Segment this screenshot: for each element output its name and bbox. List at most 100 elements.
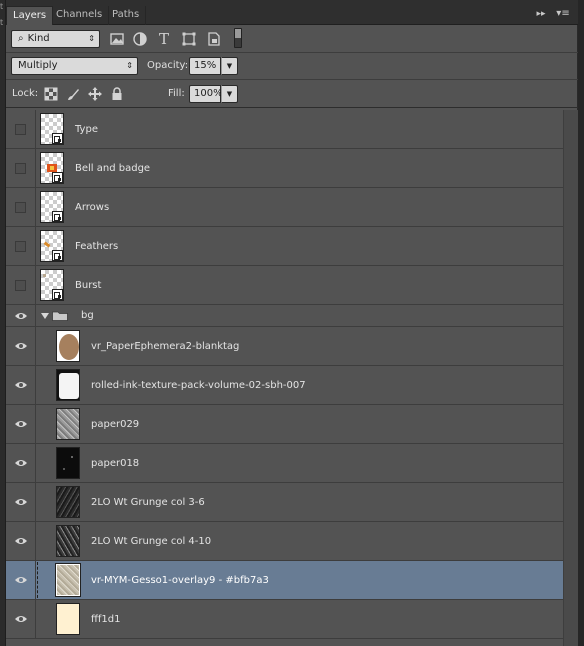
eye-icon[interactable] (14, 341, 28, 351)
adjustment-filter-icon[interactable] (132, 31, 148, 47)
pixel-filter-icon[interactable] (109, 31, 125, 47)
eye-icon[interactable] (14, 419, 28, 429)
layer-thumbnail (56, 525, 80, 557)
layer-thumbnail (40, 191, 64, 223)
panel-menu-button[interactable]: ▾≡ (554, 7, 572, 21)
layers-scrollbar[interactable] (563, 110, 578, 646)
layer-row-gesso-overlay[interactable]: vr-MYM-Gesso1-overlay9 - #bfb7a3 (6, 561, 563, 600)
layer-thumbnail (40, 152, 64, 184)
layer-filter-bar: ⌕ Kind ⇕ T (6, 25, 578, 53)
opacity-input[interactable]: 15% (189, 57, 221, 75)
shape-filter-icon[interactable] (181, 31, 197, 47)
layer-thumbnail (55, 563, 81, 597)
layer-row-paper029[interactable]: paper029 (6, 405, 563, 444)
smart-object-badge-icon (52, 250, 63, 261)
search-icon: ⌕ (18, 33, 24, 44)
visibility-cell[interactable] (6, 600, 36, 638)
layer-thumbnail (40, 230, 64, 262)
visibility-cell[interactable] (6, 522, 36, 560)
visibility-cell[interactable] (6, 227, 36, 265)
tab-channels[interactable]: Channels (50, 6, 110, 25)
expand-arrow-icon[interactable] (41, 313, 49, 319)
filter-on-off-toggle[interactable] (234, 28, 242, 48)
layer-thumbnail (56, 486, 80, 518)
visibility-off-box[interactable] (15, 202, 26, 213)
layer-name: Burst (75, 280, 102, 291)
tab-paths[interactable]: Paths (106, 6, 147, 25)
visibility-cell[interactable] (6, 483, 36, 521)
layer-thumbnail (56, 369, 80, 401)
visibility-cell[interactable] (6, 266, 36, 304)
lock-label: Lock: (12, 88, 39, 99)
updown-arrows-icon: ⇕ (126, 61, 133, 70)
filter-kind-select[interactable]: ⌕ Kind ⇕ (11, 30, 100, 48)
layer-row-fff1d1[interactable]: fff1d1 (6, 600, 563, 639)
visibility-cell[interactable] (6, 561, 36, 599)
visibility-cell[interactable] (6, 188, 36, 226)
layer-name: vr_PaperEphemera2-blanktag (91, 341, 240, 352)
blend-mode-value: Multiply (18, 60, 58, 71)
layer-row-paper018[interactable]: paper018 (6, 444, 563, 483)
smart-object-filter-icon[interactable] (206, 31, 222, 47)
layer-row-grunge-4-10[interactable]: 2LO Wt Grunge col 4-10 (6, 522, 563, 561)
visibility-cell[interactable] (6, 149, 36, 187)
lock-image-pixels-icon[interactable] (66, 87, 80, 101)
visibility-cell[interactable] (6, 366, 36, 404)
layer-row-type[interactable]: Type (6, 110, 563, 149)
opacity-dropdown-button[interactable]: ▼ (221, 57, 238, 75)
eye-icon[interactable] (14, 536, 28, 546)
layer-row-blanktag[interactable]: vr_PaperEphemera2-blanktag (6, 327, 563, 366)
lock-all-icon[interactable] (110, 87, 124, 101)
type-filter-icon[interactable]: T (156, 31, 172, 47)
layer-name: paper029 (91, 419, 140, 430)
layers-list: Type Bell and badge Arrows Feathers Burs… (6, 110, 563, 646)
fill-input[interactable]: 100% (189, 85, 223, 103)
smart-object-badge-icon (52, 289, 63, 300)
blend-mode-select[interactable]: Multiply ⇕ (11, 57, 138, 75)
layer-row-feathers[interactable]: Feathers (6, 227, 563, 266)
layer-row-bell-and-badge[interactable]: Bell and badge (6, 149, 563, 188)
panel-tab-bar: Layers Channels Paths ▸▸ ▾≡ (6, 0, 578, 25)
layer-name: Type (75, 124, 98, 135)
layer-name: paper018 (91, 458, 140, 469)
layer-thumbnail (56, 330, 80, 362)
eye-icon[interactable] (14, 575, 28, 585)
fill-dropdown-button[interactable]: ▼ (221, 85, 238, 103)
visibility-off-box[interactable] (15, 163, 26, 174)
layer-row-rolled-ink[interactable]: rolled-ink-texture-pack-volume-02-sbh-00… (6, 366, 563, 405)
lock-transparent-pixels-icon[interactable] (44, 87, 58, 101)
lock-options-bar: Lock: Fill: 100% ▼ (6, 80, 578, 108)
opacity-label: Opacity: (147, 60, 189, 71)
visibility-off-box[interactable] (15, 124, 26, 135)
layer-thumbnail (56, 408, 80, 440)
smart-object-badge-icon (52, 133, 63, 144)
layer-group-bg[interactable]: bg (6, 305, 563, 327)
layer-row-grunge-3-6[interactable]: 2LO Wt Grunge col 3-6 (6, 483, 563, 522)
eye-icon[interactable] (14, 311, 28, 321)
layer-name: 2LO Wt Grunge col 3-6 (91, 497, 205, 508)
visibility-cell[interactable] (6, 110, 36, 148)
eye-icon[interactable] (14, 380, 28, 390)
layer-name: 2LO Wt Grunge col 4-10 (91, 536, 212, 547)
updown-arrows-icon: ⇕ (88, 34, 95, 43)
fill-label: Fill: (168, 88, 185, 99)
eye-icon[interactable] (14, 614, 28, 624)
blend-options-bar: Multiply ⇕ Opacity: 15% ▼ (6, 53, 578, 80)
eye-icon[interactable] (14, 497, 28, 507)
collapse-panel-button[interactable]: ▸▸ (534, 7, 548, 21)
visibility-cell[interactable] (6, 444, 36, 482)
eye-icon[interactable] (14, 458, 28, 468)
filter-kind-label: Kind (27, 33, 50, 44)
visibility-off-box[interactable] (15, 241, 26, 252)
layer-row-arrows[interactable]: Arrows (6, 188, 563, 227)
layer-row-burst[interactable]: Burst (6, 266, 563, 305)
layer-name: rolled-ink-texture-pack-volume-02-sbh-00… (91, 380, 306, 391)
layer-name: fff1d1 (91, 614, 121, 625)
lock-position-icon[interactable] (88, 87, 102, 101)
visibility-off-box[interactable] (15, 280, 26, 291)
visibility-cell[interactable] (6, 405, 36, 443)
layer-thumbnail (56, 603, 80, 635)
visibility-cell[interactable] (6, 305, 36, 326)
tab-layers[interactable]: Layers (6, 6, 54, 25)
visibility-cell[interactable] (6, 327, 36, 365)
